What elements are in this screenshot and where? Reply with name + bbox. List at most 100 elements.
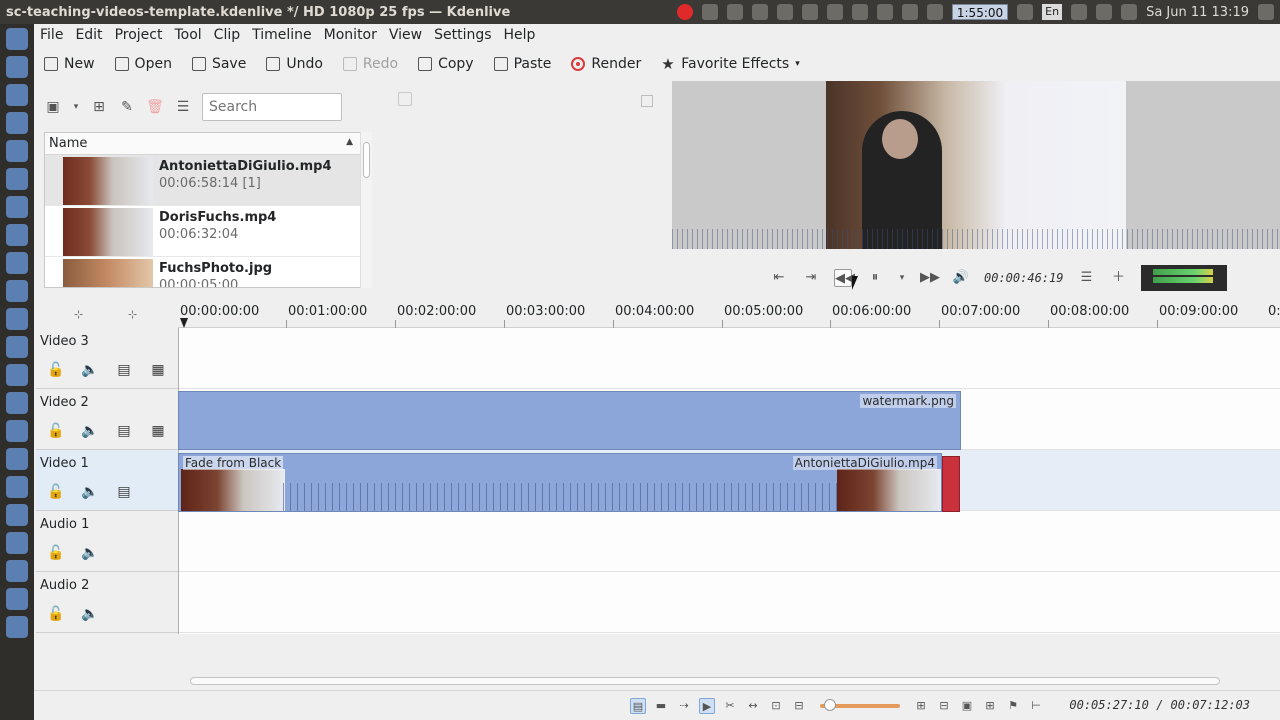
zoom-in-icon[interactable]: ⊞ (913, 698, 929, 714)
menu-tool[interactable]: Tool (168, 27, 207, 43)
redo-button[interactable]: Redo (333, 56, 408, 72)
lane-video-3[interactable] (179, 328, 1280, 389)
weather-icon[interactable] (926, 4, 943, 20)
lane-audio-2[interactable] (179, 572, 1280, 633)
track-header-audio-1[interactable]: Audio 1 🔓 🔈 (36, 511, 178, 572)
launcher-app-icon[interactable] (6, 280, 28, 302)
keyboard-layout[interactable]: En (1042, 4, 1063, 20)
pause-icon[interactable]: ⏸ (866, 269, 884, 287)
clip-end-marker[interactable] (942, 456, 960, 512)
bulb-icon[interactable] (701, 4, 718, 20)
save-button[interactable]: Save (182, 56, 256, 72)
zoom-slider[interactable] (820, 699, 900, 711)
launcher-app-icon[interactable] (6, 588, 28, 610)
bin-clip-item[interactable]: FuchsPhoto.jpg 00:00:05:00 (45, 257, 371, 287)
playhead-icon[interactable] (180, 318, 188, 328)
launcher-app-icon[interactable] (6, 56, 28, 78)
puzzle-icon[interactable] (751, 4, 768, 20)
forward-icon[interactable]: ▶▶ (920, 269, 940, 287)
markers-icon[interactable]: ⚑ (1005, 698, 1021, 714)
launcher-app-icon[interactable] (6, 560, 28, 582)
mute-audio-icon[interactable]: 🔈 (80, 604, 100, 624)
bin-scrollbar[interactable] (360, 132, 372, 288)
menu-project[interactable]: Project (109, 27, 169, 43)
bin-clip-item[interactable]: AntoniettaDiGiulio.mp4 00:06:58:14 [1] (45, 155, 371, 206)
battery-icon[interactable] (1096, 4, 1113, 20)
thumbnails-icon[interactable]: ▣ (959, 698, 975, 714)
timeline-scrollbar-track[interactable] (190, 677, 1220, 685)
launcher-app-icon[interactable] (6, 532, 28, 554)
razor-tool-icon[interactable]: ✂ (722, 698, 738, 714)
power-icon[interactable] (826, 4, 843, 20)
menu-timeline[interactable]: Timeline (246, 27, 318, 43)
menu-icon[interactable]: ☰ (174, 98, 192, 116)
rewind-icon[interactable]: ◀◀ (834, 269, 855, 287)
bin-clip-item[interactable]: DorisFuchs.mp4 00:06:32:04 (45, 206, 371, 257)
panel-float-icon[interactable] (641, 95, 653, 107)
record-indicator-icon[interactable] (676, 4, 693, 20)
lock-icon[interactable]: 🔓 (46, 482, 66, 502)
menu-file[interactable]: File (34, 27, 69, 43)
lock-icon[interactable]: 🔓 (46, 360, 66, 380)
datetime[interactable]: Sa Jun 11 13:19 (1146, 5, 1249, 20)
wifi-icon[interactable] (1017, 4, 1034, 20)
set-zone-in-icon[interactable]: ⇤ (770, 269, 788, 287)
mute-audio-icon[interactable]: 🔈 (80, 543, 100, 563)
fit-zoom-icon[interactable]: ⊡ (768, 698, 784, 714)
undo-button[interactable]: Undo (256, 56, 333, 72)
add-folder-icon[interactable]: ⊞ (90, 98, 108, 116)
launcher-wordpress-icon[interactable] (6, 504, 28, 526)
menu-edit[interactable]: Edit (69, 27, 108, 43)
launcher-app-icon[interactable] (6, 308, 28, 330)
tools-icon[interactable] (776, 4, 793, 20)
lane-audio-1[interactable] (179, 511, 1280, 572)
menu-settings[interactable]: Settings (428, 27, 497, 43)
waveform-icon[interactable]: ⊞ (982, 698, 998, 714)
volume-icon[interactable]: 🔊 (952, 269, 970, 287)
menu-monitor[interactable]: Monitor (318, 27, 383, 43)
launcher-app-icon[interactable] (6, 168, 28, 190)
stripes-icon[interactable] (901, 4, 918, 20)
launcher-app-icon[interactable] (6, 392, 28, 414)
menu-help[interactable]: Help (498, 27, 542, 43)
launcher-app-icon[interactable] (6, 112, 28, 134)
timeline-ruler[interactable]: 00:00:00:00 00:01:00:00 00:02:00:00 00:0… (178, 302, 1280, 328)
render-button[interactable]: Render (561, 56, 651, 72)
open-button[interactable]: Open (105, 56, 182, 72)
sync-icon[interactable] (876, 4, 893, 20)
select-tool-icon[interactable]: ▶ (699, 698, 715, 714)
launcher-telegram-icon[interactable] (6, 336, 28, 358)
settings-gear-icon[interactable] (1258, 4, 1274, 20)
cup-icon[interactable] (801, 4, 818, 20)
track-height-icon[interactable]: ▤ (630, 698, 646, 714)
composite-icon[interactable]: ▦ (148, 421, 168, 441)
timeline-scrollbar[interactable] (178, 673, 1280, 687)
launcher-app-icon[interactable] (6, 420, 28, 442)
launcher-app-icon[interactable] (6, 476, 28, 498)
new-button[interactable]: New (34, 56, 105, 72)
delete-icon[interactable]: 🗑 (146, 98, 164, 116)
main-video-clip[interactable]: Fade from Black AntoniettaDiGiulio.mp4 (178, 453, 942, 512)
hide-video-icon[interactable]: ▤ (114, 482, 134, 502)
split-audio-icon[interactable]: ⊹ (128, 308, 137, 321)
launcher-app-icon[interactable] (6, 224, 28, 246)
mute-audio-icon[interactable]: 🔈 (80, 360, 100, 380)
launcher-ubuntu-icon[interactable] (6, 28, 28, 50)
track-header-video-3[interactable]: Video 3 🔓 🔈 ▤ ▦ (36, 328, 178, 389)
launcher-app-icon[interactable] (6, 448, 28, 470)
mute-audio-icon[interactable]: 🔈 (80, 421, 100, 441)
timer-display[interactable]: 1:55:00 (951, 4, 1009, 20)
add-clip-icon[interactable]: ▣ (44, 98, 62, 116)
insert-mode-icon[interactable]: ⇢ (676, 698, 692, 714)
bin-scrollbar-thumb[interactable] (363, 142, 370, 178)
edit-pencil-icon[interactable]: ✎ (118, 98, 136, 116)
chevron-down-icon[interactable]: ▾ (898, 269, 906, 287)
launcher-terminal-icon[interactable] (6, 84, 28, 106)
telegram-icon[interactable] (851, 4, 868, 20)
track-header-video-2[interactable]: Video 2 🔓 🔈 ▤ ▦ (36, 389, 178, 450)
copy-button[interactable]: Copy (408, 56, 484, 72)
bin-header-name[interactable]: Name ▲ (45, 133, 371, 155)
set-zone-out-icon[interactable]: ⇥ (802, 269, 820, 287)
zoom-out-icon[interactable]: ⊟ (791, 698, 807, 714)
monitor-toggle-icon[interactable] (398, 92, 412, 106)
